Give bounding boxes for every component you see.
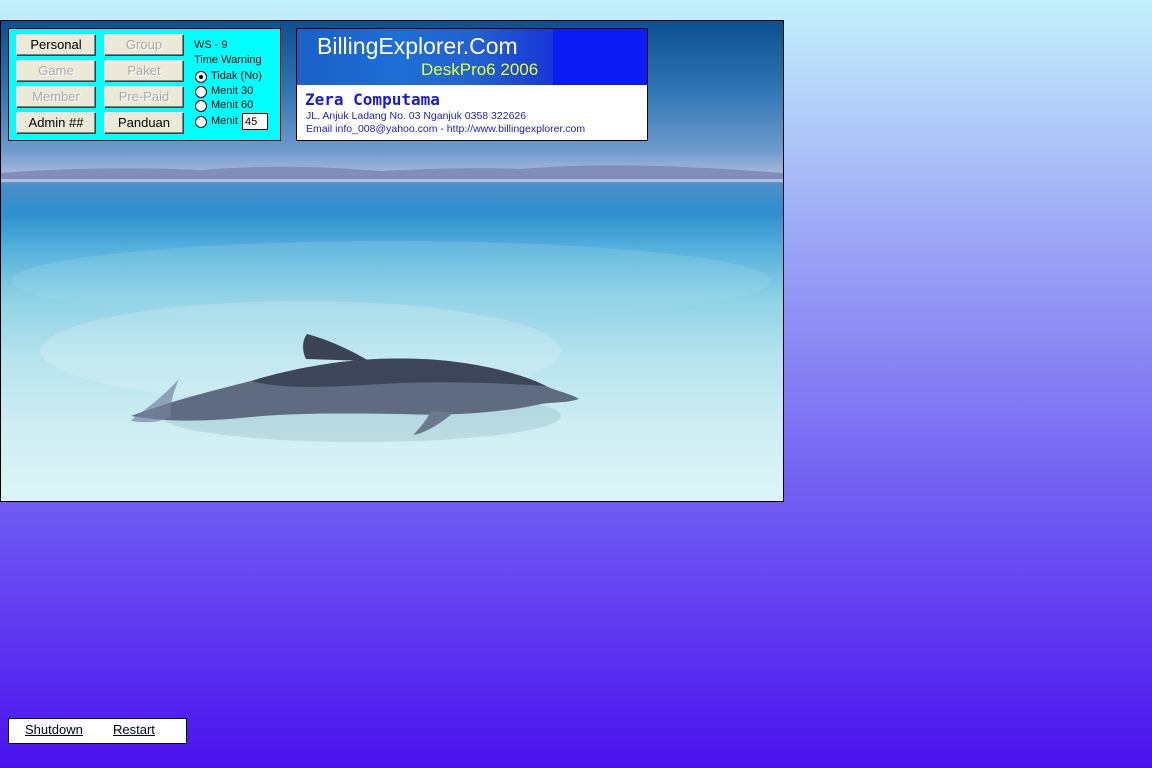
game-button[interactable]: Game — [16, 60, 96, 82]
banner-title: BillingExplorer.Com — [317, 33, 518, 59]
paket-button-label: Paket — [127, 63, 161, 78]
personal-button[interactable]: Personal — [16, 34, 96, 56]
radio-tidak-label: Tidak (No) — [211, 70, 262, 82]
banner-subtitle: DeskPro6 2006 — [421, 60, 539, 79]
personal-button-label: Personal — [30, 37, 82, 52]
control-panel: Personal Group Game Paket Member Pre-Pai… — [8, 28, 281, 141]
workstation-label: WS - 9 — [194, 39, 228, 51]
company-email: Email info_008@yahoo.com - http://www.bi… — [306, 123, 586, 135]
radio-menit-30-label: Menit 30 — [211, 85, 254, 97]
radio-button[interactable] — [195, 86, 207, 98]
info-box: BillingExplorer.Com DeskPro6 2006 Zera C… — [296, 28, 648, 141]
admin-button-label: Admin ## — [28, 115, 84, 130]
group-button[interactable]: Group — [104, 34, 184, 56]
radio-button[interactable] — [195, 100, 207, 112]
time-warning-label: Time Warning — [194, 54, 262, 66]
banner: BillingExplorer.Com DeskPro6 2006 — [297, 29, 647, 85]
panduan-button-label: Panduan — [117, 115, 171, 130]
radio-menit-60-label: Menit 60 — [211, 99, 254, 111]
group-button-label: Group — [125, 37, 163, 52]
prepaid-button[interactable]: Pre-Paid — [104, 86, 184, 108]
panduan-button[interactable]: Panduan — [104, 112, 184, 134]
company-address: JL. Anjuk Ladang No. 03 Nganjuk 0358 322… — [306, 110, 527, 122]
member-button[interactable]: Member — [16, 86, 96, 108]
company-name: Zera Computama — [305, 90, 440, 109]
paket-button[interactable]: Paket — [104, 60, 184, 82]
radio-menit-custom-label: Menit — [211, 115, 238, 127]
power-bar: Shutdown Restart — [8, 718, 187, 744]
prepaid-button-label: Pre-Paid — [118, 89, 170, 104]
admin-button[interactable]: Admin ## — [16, 112, 96, 134]
member-button-label: Member — [32, 89, 80, 104]
radio-button[interactable] — [195, 116, 207, 128]
restart-link[interactable]: Restart — [113, 722, 155, 737]
game-button-label: Game — [38, 63, 74, 78]
custom-minutes-input[interactable] — [242, 113, 268, 130]
radio-button-checked[interactable] — [195, 71, 207, 83]
shutdown-link[interactable]: Shutdown — [25, 722, 83, 737]
